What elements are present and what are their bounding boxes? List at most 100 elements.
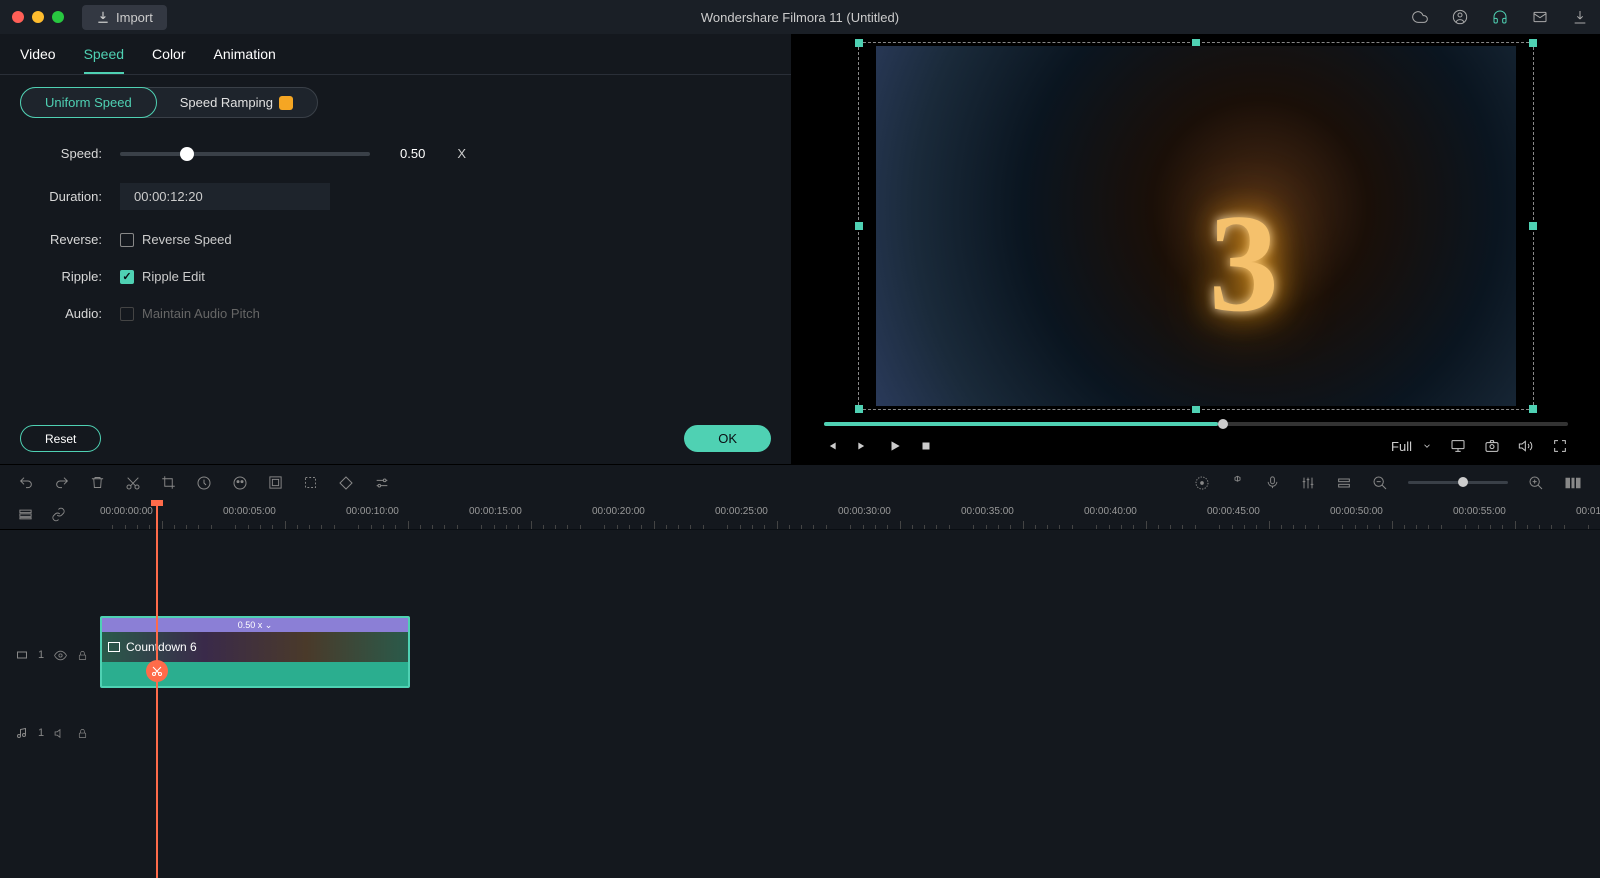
render-icon[interactable]	[1194, 475, 1210, 491]
ripple-checkbox-label: Ripple Edit	[142, 269, 205, 284]
close-window-button[interactable]	[12, 11, 24, 23]
import-label: Import	[116, 10, 153, 25]
handle-bc[interactable]	[1192, 405, 1200, 413]
titlebar-actions	[1412, 9, 1588, 25]
tab-animation[interactable]: Animation	[214, 46, 276, 74]
undo-icon[interactable]	[18, 475, 34, 491]
maximize-window-button[interactable]	[52, 11, 64, 23]
redo-icon[interactable]	[54, 475, 70, 491]
zoom-fit-icon[interactable]	[1564, 476, 1582, 490]
greenscreen-icon[interactable]	[268, 475, 283, 490]
speed-ramping-label: Speed Ramping	[180, 95, 273, 110]
video-track-number: 1	[38, 649, 44, 661]
video-track-1[interactable]: 0.50 x ⌄ Countdown 6	[100, 616, 1600, 694]
speed-value[interactable]: 0.50	[400, 146, 425, 161]
speed-slider-thumb[interactable]	[180, 147, 194, 161]
quality-select[interactable]: Full	[1391, 439, 1432, 454]
color-tool-icon[interactable]	[232, 475, 248, 491]
handle-ml[interactable]	[855, 222, 863, 230]
duration-field[interactable]: 00:00:12:20	[120, 183, 330, 210]
fullscreen-icon[interactable]	[1552, 438, 1568, 454]
stop-icon[interactable]	[920, 440, 932, 452]
marker-icon[interactable]	[1230, 475, 1245, 490]
uniform-speed-tab[interactable]: Uniform Speed	[20, 87, 157, 118]
speed-slider[interactable]	[120, 152, 370, 156]
volume-icon[interactable]	[1518, 438, 1534, 454]
duration-row: Duration: 00:00:12:20	[20, 183, 771, 210]
audio-track-header: 1	[0, 694, 100, 772]
tab-speed[interactable]: Speed	[84, 46, 124, 74]
delete-icon[interactable]	[90, 475, 105, 490]
mute-icon[interactable]	[54, 727, 67, 740]
cloud-icon[interactable]	[1412, 9, 1428, 25]
prev-frame-icon[interactable]	[824, 439, 838, 453]
mixer-icon[interactable]	[1300, 475, 1316, 491]
progress-thumb[interactable]	[1218, 419, 1228, 429]
timeline-tracks[interactable]: 00:00:00:0000:00:05:0000:00:10:0000:00:1…	[100, 500, 1600, 878]
zoom-in-icon[interactable]	[1528, 475, 1544, 491]
preview-media: 3	[876, 46, 1516, 406]
cut-icon[interactable]	[125, 475, 141, 491]
video-track-header: 1	[0, 616, 100, 694]
handle-tl[interactable]	[855, 39, 863, 47]
video-track-icon	[16, 649, 28, 661]
handle-mr[interactable]	[1529, 222, 1537, 230]
link-icon[interactable]	[51, 507, 66, 522]
clip-name: Countdown 6	[126, 640, 197, 654]
keyframe-icon[interactable]	[338, 475, 354, 491]
handle-bl[interactable]	[855, 405, 863, 413]
voiceover-icon[interactable]	[1265, 475, 1280, 490]
speed-ramping-tab[interactable]: Speed Ramping	[156, 88, 317, 117]
snapshot-icon[interactable]	[1484, 438, 1500, 454]
clip-countdown[interactable]: 0.50 x ⌄ Countdown 6	[100, 616, 410, 688]
speed-tool-icon[interactable]	[196, 475, 212, 491]
tab-video[interactable]: Video	[20, 46, 56, 74]
preview-progress[interactable]: { } 00:00:02:07	[824, 422, 1568, 426]
reverse-checkbox-label: Reverse Speed	[142, 232, 232, 247]
monitor-icon[interactable]	[1450, 438, 1466, 454]
next-frame-icon[interactable]	[856, 439, 870, 453]
reverse-checkbox[interactable]	[120, 233, 134, 247]
eye-icon[interactable]	[54, 649, 67, 662]
zoom-slider[interactable]	[1408, 481, 1508, 484]
zoom-thumb[interactable]	[1458, 477, 1468, 487]
playhead[interactable]	[156, 500, 158, 878]
ok-button[interactable]: OK	[684, 425, 771, 452]
handle-tr[interactable]	[1529, 39, 1537, 47]
zoom-out-icon[interactable]	[1372, 475, 1388, 491]
properties-panel: Video Speed Color Animation Uniform Spee…	[0, 34, 792, 464]
crop-icon[interactable]	[161, 475, 176, 490]
ruler-tick: 00:00:30:00	[838, 506, 891, 517]
lock-icon[interactable]	[77, 650, 88, 661]
speed-row: Speed: 0.50 X	[20, 146, 771, 161]
preview-canvas[interactable]: 3	[800, 38, 1592, 414]
minimize-window-button[interactable]	[32, 11, 44, 23]
ruler-tick: 00:00:00:00	[100, 506, 153, 517]
play-icon[interactable]	[888, 439, 902, 453]
audio-checkbox	[120, 307, 134, 321]
adjust-icon[interactable]	[374, 475, 390, 491]
track-size-icon[interactable]	[1336, 475, 1352, 491]
headphones-icon[interactable]	[1492, 9, 1508, 25]
mail-icon[interactable]	[1532, 9, 1548, 25]
property-tabs: Video Speed Color Animation	[0, 34, 791, 75]
handle-br[interactable]	[1529, 405, 1537, 413]
account-icon[interactable]	[1452, 9, 1468, 25]
lock-icon[interactable]	[77, 728, 88, 739]
ripple-checkbox[interactable]: ✓	[120, 270, 134, 284]
titlebar: Import Wondershare Filmora 11 (Untitled)	[0, 0, 1600, 34]
manage-tracks-icon[interactable]	[18, 507, 33, 522]
playhead-cut-icon[interactable]	[146, 660, 168, 682]
preview-content: 3	[1209, 183, 1279, 344]
ruler-tick: 00:00:50:00	[1330, 506, 1383, 517]
playhead-handle[interactable]	[151, 500, 163, 506]
check-icon: ✓	[122, 270, 131, 283]
audio-track-1[interactable]	[100, 694, 1600, 772]
import-button[interactable]: Import	[82, 5, 167, 30]
timeline-ruler[interactable]: 00:00:00:0000:00:05:0000:00:10:0000:00:1…	[100, 500, 1600, 530]
mask-icon[interactable]	[303, 475, 318, 490]
tab-color[interactable]: Color	[152, 46, 185, 74]
reset-button[interactable]: Reset	[20, 425, 101, 452]
speed-mode-toggle: Uniform Speed Speed Ramping	[20, 87, 318, 118]
download-icon[interactable]	[1572, 9, 1588, 25]
